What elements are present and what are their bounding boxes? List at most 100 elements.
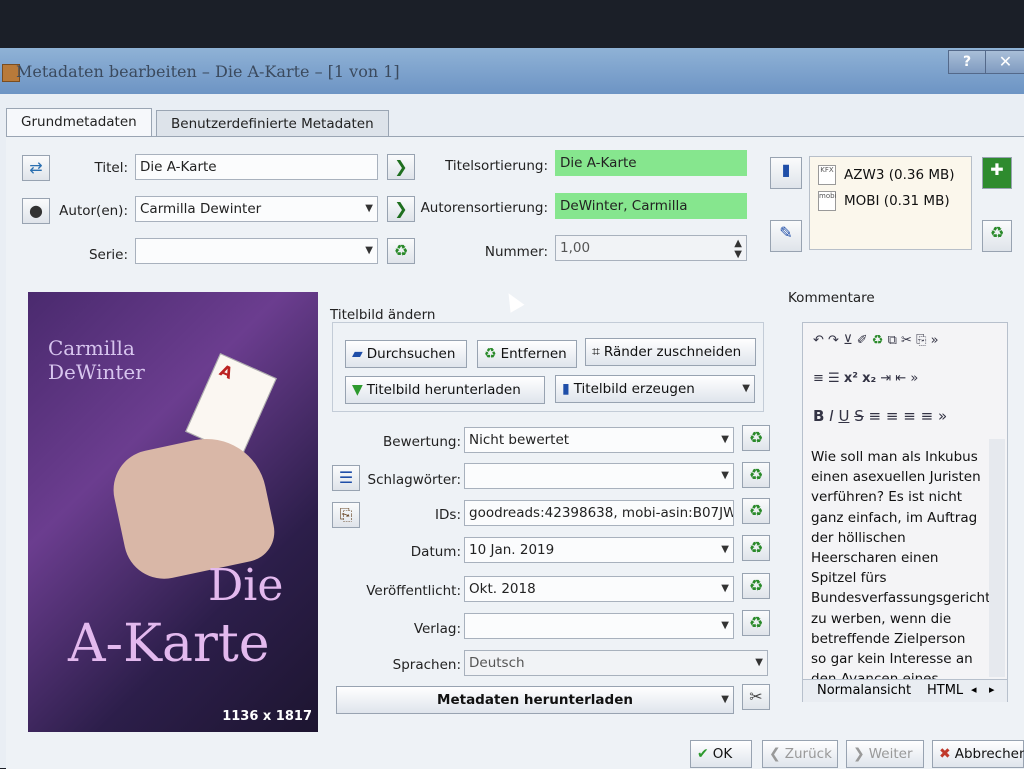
format-item[interactable]: KFX AZW3 (0.36 MB) bbox=[818, 165, 955, 185]
author-user-icon[interactable]: ● bbox=[22, 198, 50, 224]
ok-button[interactable]: ✔ OK bbox=[690, 740, 752, 768]
bold-icon[interactable]: B bbox=[813, 407, 824, 425]
title-input[interactable]: Die A-Karte bbox=[135, 154, 378, 180]
file-icon: mobi bbox=[818, 191, 837, 211]
recycle-icon[interactable]: ♻ bbox=[872, 333, 884, 348]
tab-scroll-left-icon[interactable]: ◂ bbox=[971, 683, 977, 696]
more-icon[interactable]: » bbox=[931, 333, 939, 348]
chevron-down-icon[interactable]: ▼ bbox=[721, 428, 729, 452]
spin-arrows-icon[interactable]: ▲ ▼ bbox=[734, 238, 742, 260]
tags-input[interactable]: ▼ bbox=[464, 463, 734, 489]
author-input[interactable]: Carmilla Dewinter ▼ bbox=[135, 196, 378, 222]
chevron-down-icon[interactable]: ▼ bbox=[755, 651, 763, 675]
formats-list[interactable]: KFX AZW3 (0.36 MB) mobi MOBI (0.31 MB) bbox=[809, 156, 972, 250]
edit-format-icon[interactable]: ✎ bbox=[770, 220, 802, 252]
number-spinbox[interactable]: 1,00 ▲ ▼ bbox=[555, 235, 747, 261]
paste-icon[interactable]: ⎘ bbox=[916, 333, 926, 348]
eraser-icon[interactable]: ✐ bbox=[857, 333, 868, 348]
clear-published-recycle-icon[interactable]: ♻ bbox=[742, 573, 770, 599]
more-icon[interactable]: » bbox=[910, 371, 918, 386]
align-left-icon[interactable]: ≡ bbox=[869, 407, 882, 425]
add-format-icon[interactable]: ✚ bbox=[982, 157, 1012, 189]
remove-cover-button[interactable]: ♻ Entfernen bbox=[477, 340, 577, 368]
numbered-list-icon[interactable]: ≡ bbox=[813, 371, 824, 386]
swap-title-author-icon[interactable]: ⇄ bbox=[22, 155, 50, 181]
clear-tags-recycle-icon[interactable]: ♻ bbox=[742, 462, 770, 488]
align-right-icon[interactable]: ≡ bbox=[903, 407, 916, 425]
align-center-icon[interactable]: ≡ bbox=[886, 407, 899, 425]
copy-icon[interactable]: ⧉ bbox=[888, 333, 897, 348]
title-sort-arrow-icon[interactable]: ❯ bbox=[387, 154, 415, 180]
clear-rating-recycle-icon[interactable]: ♻ bbox=[742, 425, 770, 451]
format-item[interactable]: mobi MOBI (0.31 MB) bbox=[818, 191, 950, 211]
configure-tools-icon[interactable]: ✂ bbox=[742, 684, 770, 710]
published-input[interactable]: Okt. 2018 ▼ bbox=[464, 576, 734, 602]
strikethrough-icon[interactable]: S bbox=[854, 407, 864, 425]
chevron-down-icon[interactable]: ▼ bbox=[742, 376, 750, 402]
next-button[interactable]: ❯ Weiter bbox=[846, 740, 924, 768]
rating-select[interactable]: Nicht bewertet ▼ bbox=[464, 427, 734, 453]
file-icon: KFX bbox=[818, 165, 836, 185]
author-sort-input[interactable]: DeWinter, Carmilla bbox=[555, 193, 747, 219]
tab-html-view[interactable]: HTML bbox=[927, 683, 967, 698]
download-cover-button[interactable]: ▼ Titelbild herunterladen bbox=[345, 376, 545, 404]
chevron-down-icon[interactable]: ▼ bbox=[721, 577, 729, 601]
superscript-icon[interactable]: x² bbox=[844, 371, 858, 386]
clear-series-recycle-icon[interactable]: ♻ bbox=[387, 238, 415, 264]
undo-icon[interactable]: ↶ bbox=[813, 333, 824, 348]
author-value: Carmilla Dewinter bbox=[140, 201, 262, 217]
chevron-down-icon[interactable]: ▼ bbox=[721, 687, 729, 713]
book-format-icon[interactable]: ▮ bbox=[770, 157, 802, 189]
author-sort-arrow-icon[interactable]: ❯ bbox=[387, 196, 415, 222]
tab-scroll-right-icon[interactable]: ▸ bbox=[989, 683, 995, 696]
remove-format-recycle-icon[interactable]: ♻ bbox=[982, 220, 1012, 252]
bullet-list-icon[interactable]: ☰ bbox=[828, 371, 840, 386]
indent-icon[interactable]: ⇥ bbox=[880, 371, 891, 386]
title-sort-input[interactable]: Die A-Karte bbox=[555, 150, 747, 176]
chevron-down-icon[interactable]: ▼ bbox=[721, 464, 729, 488]
cancel-label: Abbrechen bbox=[954, 746, 1024, 762]
back-button[interactable]: ❮ Zurück bbox=[762, 740, 838, 768]
clear-format-icon[interactable]: ⊻ bbox=[843, 333, 853, 348]
more-icon[interactable]: » bbox=[938, 407, 947, 425]
title-bar[interactable]: Metadaten bearbeiten – Die A-Karte – [1 … bbox=[0, 48, 1024, 94]
cover-dimensions: 1136 x 1817 bbox=[222, 709, 312, 724]
cancel-button[interactable]: ✖ Abbrechen bbox=[932, 740, 1024, 768]
help-button[interactable]: ? bbox=[948, 50, 986, 74]
publisher-input[interactable]: ▼ bbox=[464, 613, 734, 639]
chevron-down-icon[interactable]: ▼ bbox=[365, 197, 373, 221]
download-cover-label: Titelbild herunterladen bbox=[366, 382, 521, 398]
tab-basic-metadata[interactable]: Grundmetadaten bbox=[6, 108, 152, 136]
cut-icon[interactable]: ✂ bbox=[901, 333, 912, 348]
chevron-down-icon[interactable]: ▼ bbox=[721, 538, 729, 562]
download-metadata-button[interactable]: Metadaten herunterladen ▼ bbox=[336, 686, 734, 714]
align-justify-icon[interactable]: ≡ bbox=[921, 407, 934, 425]
chevron-down-icon[interactable]: ▼ bbox=[365, 239, 373, 263]
cover-author-text: Carmilla DeWinter bbox=[48, 336, 145, 384]
redo-icon[interactable]: ↷ bbox=[828, 333, 839, 348]
languages-value: Deutsch bbox=[469, 655, 525, 671]
clear-publisher-recycle-icon[interactable]: ♻ bbox=[742, 610, 770, 636]
trim-borders-button[interactable]: ⌗ Ränder zuschneiden bbox=[585, 338, 756, 366]
date-input[interactable]: 10 Jan. 2019 ▼ bbox=[464, 537, 734, 563]
comments-scrollbar[interactable] bbox=[989, 439, 1005, 677]
close-button[interactable]: ✕ bbox=[985, 50, 1024, 74]
chevron-down-icon[interactable]: ▼ bbox=[721, 614, 729, 638]
published-label: Veröffentlicht: bbox=[366, 583, 461, 599]
comments-editor[interactable]: ↶ ↷ ⊻ ✐ ♻ ⧉ ✂ ⎘ » ≡ ☰ x² x₂ ⇥ ⇤ » B I U … bbox=[802, 322, 1008, 702]
comments-text[interactable]: Wie soll man als Inkubus einen asexuelle… bbox=[811, 447, 991, 689]
clear-date-recycle-icon[interactable]: ♻ bbox=[742, 535, 770, 561]
generate-cover-button[interactable]: ▮ Titelbild erzeugen ▼ bbox=[555, 375, 755, 403]
author-sort-label: Autorensortierung: bbox=[420, 200, 548, 216]
clear-ids-recycle-icon[interactable]: ♻ bbox=[742, 498, 770, 524]
languages-input[interactable]: Deutsch ▼ bbox=[464, 650, 768, 676]
ids-input[interactable]: goodreads:42398638, mobi-asin:B07JW8 bbox=[464, 500, 734, 526]
italic-icon[interactable]: I bbox=[829, 407, 833, 425]
subscript-icon[interactable]: x₂ bbox=[862, 371, 876, 386]
browse-button[interactable]: ▰ Durchsuchen bbox=[345, 340, 467, 368]
tab-normal-view[interactable]: Normalansicht bbox=[817, 683, 911, 698]
series-input[interactable]: ▼ bbox=[135, 238, 378, 264]
underline-icon[interactable]: U bbox=[838, 407, 849, 425]
outdent-icon[interactable]: ⇤ bbox=[895, 371, 906, 386]
tab-custom-metadata[interactable]: Benutzerdefinierte Metadaten bbox=[156, 110, 389, 136]
